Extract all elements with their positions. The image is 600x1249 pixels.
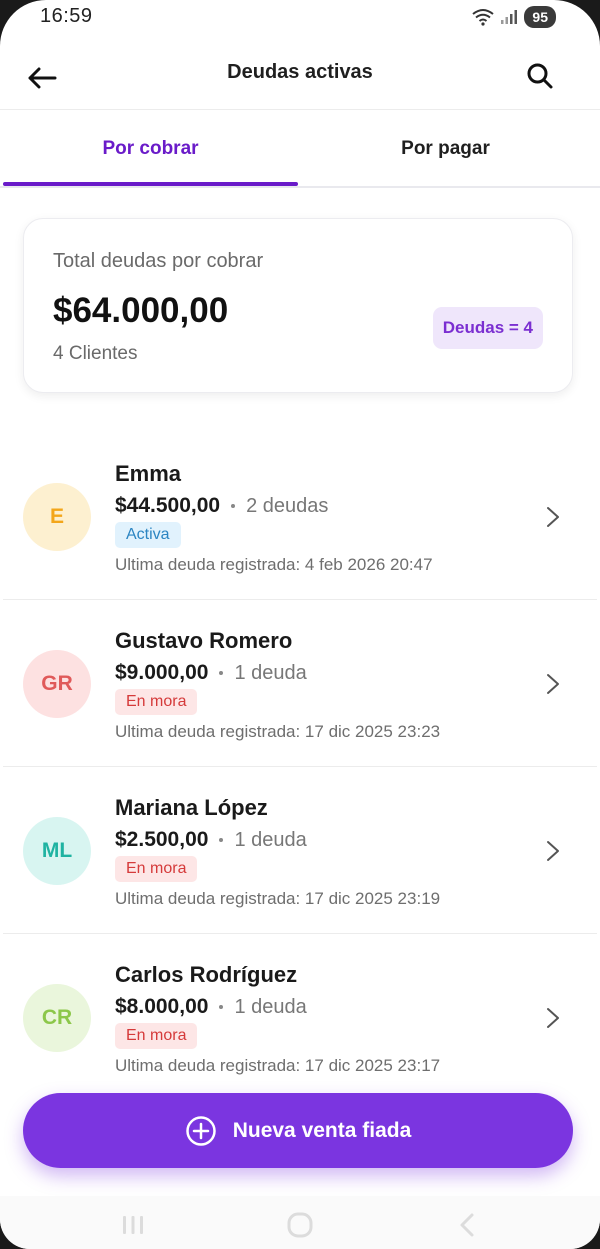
last-debt-date: Ultima deuda registrada: 17 dic 2025 23:…	[115, 889, 441, 908]
summary-client-count: 4 Clientes	[53, 343, 138, 364]
summary-card: Total deudas por cobrar $64.000,00 4 Cli…	[23, 218, 573, 393]
client-name: Gustavo Romero	[115, 628, 293, 653]
active-tab-indicator	[3, 182, 298, 186]
debt-list: E Emma $44.500,00 2 deudas Activa Ultima…	[3, 433, 597, 1101]
status-icons: 95	[472, 6, 556, 28]
separator-dot	[219, 838, 224, 842]
chevron-right-icon	[547, 841, 559, 861]
separator-dot	[219, 671, 224, 675]
signal-icon	[501, 10, 518, 24]
amount-line: $9.000,00 1 deuda	[115, 661, 307, 685]
recent-apps-button[interactable]	[116, 1210, 150, 1240]
home-button[interactable]	[283, 1210, 317, 1240]
amount-line: $44.500,00 2 deudas	[115, 494, 328, 518]
amount-line: $8.000,00 1 deuda	[115, 995, 307, 1019]
battery-indicator: 95	[524, 6, 556, 28]
client-debt-count: 1 deuda	[234, 828, 307, 851]
home-icon	[287, 1212, 313, 1238]
wifi-icon	[472, 9, 495, 26]
amount-line: $2.500,00 1 deuda	[115, 828, 307, 852]
system-nav-bar	[0, 1196, 600, 1249]
new-credit-sale-button[interactable]: Nueva venta fiada	[23, 1093, 573, 1168]
fab-label: Nueva venta fiada	[232, 1118, 412, 1142]
tab-por-pagar[interactable]: Por pagar	[298, 112, 593, 186]
separator-dot	[231, 504, 236, 508]
separator-dot	[219, 1005, 224, 1009]
client-debt-amount: $8.000,00	[115, 995, 209, 1018]
avatar: ML	[23, 817, 91, 885]
app-header: Deudas activas	[0, 44, 600, 110]
client-debt-amount: $2.500,00	[115, 828, 209, 851]
chevron-right-icon	[547, 674, 559, 694]
status-time: 16:59	[40, 5, 93, 27]
client-debt-amount: $44.500,00	[115, 494, 221, 517]
client-name: Mariana López	[115, 795, 268, 820]
status-badge: En mora	[115, 689, 198, 715]
avatar: GR	[23, 650, 91, 718]
plus-circle-icon	[185, 1115, 216, 1146]
status-badge: En mora	[115, 856, 198, 882]
client-debt-count: 2 deudas	[246, 494, 329, 517]
tab-por-cobrar[interactable]: Por cobrar	[3, 112, 298, 186]
status-badge: Activa	[115, 522, 181, 548]
summary-total-amount: $64.000,00	[53, 291, 229, 330]
client-name: Carlos Rodríguez	[115, 962, 298, 987]
search-icon	[527, 63, 553, 89]
debt-list-item[interactable]: CR Carlos Rodríguez $8.000,00 1 deuda En…	[3, 934, 597, 1101]
debt-count-badge: Deudas = 4	[432, 307, 543, 349]
chevron-right-icon	[547, 507, 559, 527]
client-debt-count: 1 deuda	[234, 995, 307, 1018]
tab-bar: Por cobrar Por pagar	[0, 112, 600, 188]
avatar: CR	[23, 984, 91, 1052]
debt-list-item[interactable]: GR Gustavo Romero $9.000,00 1 deuda En m…	[3, 600, 597, 767]
client-name: Emma	[115, 461, 182, 486]
status-bar: 16:59 95	[0, 0, 600, 36]
phone-screen: 16:59 95 Deudas activas Por cobrar Por p…	[0, 0, 600, 1249]
status-badge: En mora	[115, 1023, 198, 1049]
client-debt-amount: $9.000,00	[115, 661, 209, 684]
debt-list-item[interactable]: ML Mariana López $2.500,00 1 deuda En mo…	[3, 767, 597, 934]
search-button[interactable]	[520, 56, 560, 96]
debt-list-item[interactable]: E Emma $44.500,00 2 deudas Activa Ultima…	[3, 433, 597, 600]
system-back-button[interactable]	[450, 1210, 484, 1240]
system-back-icon	[460, 1213, 474, 1237]
chevron-right-icon	[547, 1008, 559, 1028]
page-title: Deudas activas	[227, 61, 373, 83]
avatar: E	[23, 483, 91, 551]
summary-label: Total deudas por cobrar	[53, 250, 264, 272]
client-debt-count: 1 deuda	[234, 661, 307, 684]
last-debt-date: Ultima deuda registrada: 17 dic 2025 23:…	[115, 722, 441, 741]
last-debt-date: Ultima deuda registrada: 4 feb 2026 20:4…	[115, 555, 433, 574]
last-debt-date: Ultima deuda registrada: 17 dic 2025 23:…	[115, 1056, 441, 1075]
recent-apps-icon	[123, 1216, 143, 1234]
